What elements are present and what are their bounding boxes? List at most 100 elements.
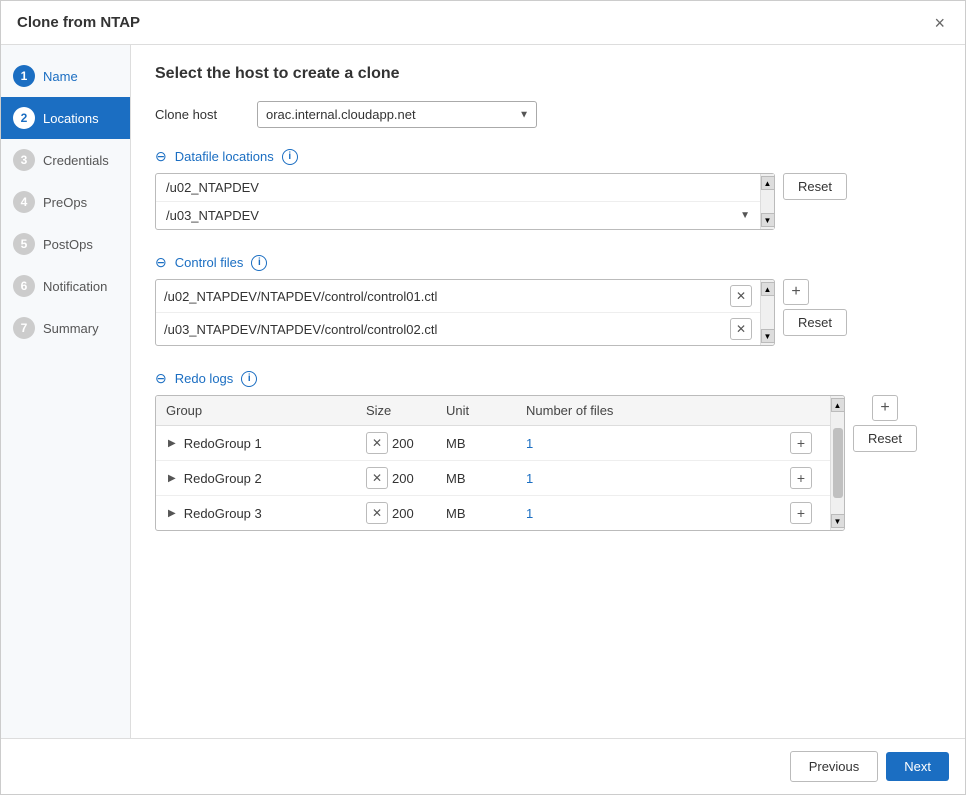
table-row: ▶ RedoGroup 3 ✕ 200 bbox=[156, 496, 830, 531]
redo-row-1-size: ✕ 200 bbox=[356, 426, 436, 461]
cf-item-2: /u03_NTAPDEV/NTAPDEV/control/control02.c… bbox=[156, 313, 760, 345]
sidebar-item-credentials[interactable]: 3 Credentials bbox=[1, 139, 130, 181]
sidebar-label-name: Name bbox=[43, 69, 78, 84]
redo-row-3-group: ▶ RedoGroup 3 bbox=[156, 496, 356, 531]
scroll-up-btn[interactable]: ▲ bbox=[761, 176, 775, 190]
datafile-item-1: /u02_NTAPDEV bbox=[166, 180, 259, 195]
sidebar-item-summary[interactable]: 7 Summary bbox=[1, 307, 130, 349]
redo-expand-btn-2[interactable]: ▶ bbox=[166, 471, 178, 486]
redo-numfiles-link-2[interactable]: 1 bbox=[526, 471, 533, 486]
sidebar-label-preops: PreOps bbox=[43, 195, 87, 210]
dialog-title: Clone from NTAP bbox=[17, 14, 140, 31]
redo-add-btn-3[interactable]: + bbox=[790, 502, 812, 524]
cf-scroll-up-btn[interactable]: ▲ bbox=[761, 282, 775, 296]
main-content: Select the host to create a clone Clone … bbox=[131, 45, 965, 738]
sidebar-label-summary: Summary bbox=[43, 321, 99, 336]
dialog-footer: Previous Next bbox=[1, 738, 965, 794]
step-num-3: 3 bbox=[13, 149, 35, 171]
scroll-down-btn[interactable]: ▼ bbox=[761, 213, 775, 227]
redo-row-1-numfiles: 1 bbox=[516, 426, 780, 461]
redo-scrollbar: ▲ ▼ bbox=[830, 396, 844, 530]
table-row: ▶ RedoGroup 1 ✕ 200 bbox=[156, 426, 830, 461]
cf-add-button[interactable]: + bbox=[783, 279, 809, 305]
cf-list-container: /u02_NTAPDEV/NTAPDEV/control/control01.c… bbox=[155, 279, 775, 346]
control-files-collapse-icon[interactable]: ⊖ bbox=[155, 254, 167, 271]
redo-add-button[interactable]: + bbox=[872, 395, 898, 421]
sidebar-item-locations[interactable]: 2 Locations bbox=[1, 97, 130, 139]
redo-logs-info-icon[interactable]: i bbox=[241, 371, 257, 387]
redo-row-2-group: ▶ RedoGroup 2 bbox=[156, 461, 356, 496]
datafile-dropdown-arrow-icon[interactable]: ▼ bbox=[740, 210, 750, 221]
redo-scroll-down-btn[interactable]: ▼ bbox=[831, 514, 845, 528]
cf-remove-btn-2[interactable]: ✕ bbox=[730, 318, 752, 340]
redo-row-3-actions: + bbox=[780, 496, 830, 531]
redo-add-btn-1[interactable]: + bbox=[790, 432, 812, 454]
cf-controls: + Reset bbox=[783, 279, 847, 336]
redo-row-2-numfiles: 1 bbox=[516, 461, 780, 496]
control-files-info-icon[interactable]: i bbox=[251, 255, 267, 271]
sidebar: 1 Name 2 Locations 3 Credentials 4 PreOp… bbox=[1, 45, 131, 738]
redo-row-3-size: ✕ 200 bbox=[356, 496, 436, 531]
cf-scrollbar: ▲ ▼ bbox=[760, 280, 774, 345]
redo-scroll-up-btn[interactable]: ▲ bbox=[831, 398, 845, 412]
datafile-list-inner: /u02_NTAPDEV /u03_NTAPDEV ▼ bbox=[156, 174, 760, 229]
list-item: /u03_NTAPDEV ▼ bbox=[156, 202, 760, 229]
redo-remove-btn-3[interactable]: ✕ bbox=[366, 502, 388, 524]
close-button[interactable]: × bbox=[930, 10, 949, 36]
cf-list-inner: /u02_NTAPDEV/NTAPDEV/control/control01.c… bbox=[156, 280, 760, 345]
datafile-info-icon[interactable]: i bbox=[282, 149, 298, 165]
redo-row-1-unit: MB bbox=[436, 426, 516, 461]
datafile-collapse-icon[interactable]: ⊖ bbox=[155, 148, 167, 165]
redo-numfiles-link-1[interactable]: 1 bbox=[526, 436, 533, 451]
col-unit: Unit bbox=[436, 396, 516, 426]
redo-row-2-actions: + bbox=[780, 461, 830, 496]
control-files-content: /u02_NTAPDEV/NTAPDEV/control/control01.c… bbox=[155, 279, 941, 346]
redo-section-content: Group Size Unit Number of files bbox=[155, 395, 941, 531]
clone-host-label: Clone host bbox=[155, 107, 245, 122]
redo-remove-btn-1[interactable]: ✕ bbox=[366, 432, 388, 454]
cf-item-text-2: /u03_NTAPDEV/NTAPDEV/control/control02.c… bbox=[164, 322, 724, 337]
col-size: Size bbox=[356, 396, 436, 426]
col-actions bbox=[780, 396, 830, 426]
cf-scroll-down-btn[interactable]: ▼ bbox=[761, 329, 775, 343]
datafile-locations-section: ⊖ Datafile locations i /u02_NTAPDEV /u03… bbox=[155, 148, 941, 230]
redo-row-3-unit: MB bbox=[436, 496, 516, 531]
previous-button[interactable]: Previous bbox=[790, 751, 879, 782]
redo-logs-collapse-icon[interactable]: ⊖ bbox=[155, 370, 167, 387]
redo-numfiles-link-3[interactable]: 1 bbox=[526, 506, 533, 521]
redo-reset-button[interactable]: Reset bbox=[853, 425, 917, 452]
clone-host-row: Clone host orac.internal.cloudapp.net ▼ bbox=[155, 101, 941, 128]
redo-expand-btn-3[interactable]: ▶ bbox=[166, 506, 178, 521]
sidebar-item-preops[interactable]: 4 PreOps bbox=[1, 181, 130, 223]
sidebar-item-notification[interactable]: 6 Notification bbox=[1, 265, 130, 307]
redo-remove-btn-2[interactable]: ✕ bbox=[366, 467, 388, 489]
dialog: Clone from NTAP × 1 Name 2 Locations 3 C… bbox=[0, 0, 966, 795]
redo-scroll-thumb bbox=[833, 428, 843, 498]
datafile-section-header: ⊖ Datafile locations i bbox=[155, 148, 941, 165]
sidebar-label-credentials: Credentials bbox=[43, 153, 109, 168]
redo-logs-section-title: Redo logs bbox=[175, 371, 234, 386]
datafile-reset-button[interactable]: Reset bbox=[783, 173, 847, 200]
cf-remove-btn-1[interactable]: ✕ bbox=[730, 285, 752, 307]
sidebar-label-postops: PostOps bbox=[43, 237, 93, 252]
sidebar-label-notification: Notification bbox=[43, 279, 107, 294]
redo-row-2-size: ✕ 200 bbox=[356, 461, 436, 496]
control-files-section: ⊖ Control files i /u02_NTAPDEV/NTAPDEV/c… bbox=[155, 254, 941, 346]
cf-reset-button[interactable]: Reset bbox=[783, 309, 847, 336]
cf-item-text-1: /u02_NTAPDEV/NTAPDEV/control/control01.c… bbox=[164, 289, 724, 304]
next-button[interactable]: Next bbox=[886, 752, 949, 781]
datafile-item-2: /u03_NTAPDEV bbox=[166, 208, 740, 223]
redo-logs-section-header: ⊖ Redo logs i bbox=[155, 370, 941, 387]
dialog-header: Clone from NTAP × bbox=[1, 1, 965, 45]
datafile-list-box: /u02_NTAPDEV /u03_NTAPDEV ▼ ▲ ▼ bbox=[155, 173, 775, 230]
sidebar-item-name[interactable]: 1 Name bbox=[1, 55, 130, 97]
redo-row-2-unit: MB bbox=[436, 461, 516, 496]
clone-host-select[interactable]: orac.internal.cloudapp.net bbox=[257, 101, 537, 128]
sidebar-label-locations: Locations bbox=[43, 111, 99, 126]
redo-expand-btn-1[interactable]: ▶ bbox=[166, 436, 178, 451]
redo-table: Group Size Unit Number of files bbox=[156, 396, 830, 530]
step-num-1: 1 bbox=[13, 65, 35, 87]
sidebar-item-postops[interactable]: 5 PostOps bbox=[1, 223, 130, 265]
redo-add-btn-2[interactable]: + bbox=[790, 467, 812, 489]
cf-item-1: /u02_NTAPDEV/NTAPDEV/control/control01.c… bbox=[156, 280, 760, 313]
